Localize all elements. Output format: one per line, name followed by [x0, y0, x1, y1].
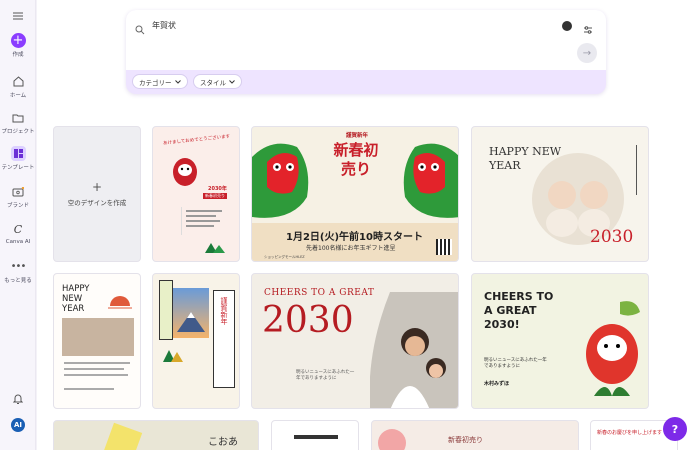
sidebar-item-label: ブランド — [6, 203, 29, 209]
blank-card-label: 空のデザインを作成 — [67, 199, 127, 207]
card-name: 木村みずほ — [484, 381, 510, 387]
mount-fuji-photo — [173, 288, 209, 338]
template-card-9[interactable] — [271, 420, 359, 450]
account-button[interactable]: AI — [0, 418, 36, 432]
filter-category[interactable]: カテゴリー — [132, 74, 188, 89]
sidebar-item-projects[interactable]: プロジェクト — [0, 110, 36, 135]
card-title: 2030! — [484, 318, 520, 331]
sidebar-item-brand[interactable]: ブランド — [0, 184, 36, 209]
sunrise-icon — [108, 296, 132, 309]
main-content: 年賀状 → カテゴリー スタイル + 空のデザインを作成 あけましておめでとうご… — [37, 0, 700, 450]
card-text: こおあ — [208, 437, 238, 448]
template-card-7[interactable]: CHEERS TO A GREAT 2030! 明るいニュースにあふれた一年であ… — [471, 273, 649, 409]
card-title: 新春初売り — [448, 436, 483, 444]
canva-ai-icon: C — [13, 223, 23, 236]
card-label: 謹賀新年 — [220, 297, 228, 325]
arrow-right-icon: → — [582, 47, 592, 59]
card-message: 明るいニュースにあふれた一年でありますように — [296, 370, 355, 381]
template-card-8[interactable]: こおあ — [53, 420, 259, 450]
card-badge: 謹賀新年 — [346, 133, 369, 139]
sliders-icon[interactable] — [583, 20, 595, 34]
sidebar-item-label: Canva AI — [5, 239, 31, 245]
family-photo — [62, 318, 134, 356]
sidebar-item-templates[interactable]: テンプレート — [0, 146, 36, 171]
card-headline: あけましておめでとうございます — [162, 134, 231, 147]
card-footer: ショッピングモールHLEZ — [264, 255, 305, 259]
mother-daughter-photo — [370, 292, 458, 408]
card-title: CHEERS TO — [484, 290, 554, 303]
search-icon — [135, 20, 147, 35]
template-card-4[interactable]: HAPPY NEW YEAR — [53, 273, 141, 409]
card-title: 新春初売り — [333, 141, 379, 178]
daruma-icon — [173, 158, 197, 186]
card-year: 2030 — [590, 227, 634, 247]
search-box[interactable]: 年賀状 → — [126, 10, 606, 70]
template-card-2[interactable]: 謹賀新年 新春初売り 1月2日(火)午前10時スタート 先着100名様にお年玉ギ… — [251, 126, 459, 262]
template-card-6[interactable]: CHEERS TO A GREAT 2030 明るいニュースにあふれた一年であり… — [251, 273, 459, 409]
sidebar-item-create[interactable]: + 作成 — [0, 33, 36, 58]
daruma-icon — [586, 301, 640, 396]
plus-icon: + — [91, 180, 103, 194]
card-title: A GREAT — [484, 304, 537, 317]
help-button[interactable]: ? — [663, 417, 687, 441]
qr-code — [436, 239, 452, 255]
sidebar: + 作成 ホーム プロジェクト テンプレート ブランド C Canva AI •… — [0, 0, 36, 450]
avatar: AI — [11, 418, 25, 432]
search-panel: 年賀状 → カテゴリー スタイル — [126, 10, 606, 94]
card-title: 新春のお慶びを申し上げます — [597, 430, 663, 436]
menu-button[interactable] — [0, 8, 36, 23]
magic-icon[interactable] — [562, 21, 572, 31]
card-main-text: 1月2日(火)午前10時スタート — [286, 232, 423, 243]
card-title: YEAR — [62, 304, 85, 314]
chevron-down-icon — [229, 79, 235, 84]
create-blank-card[interactable]: + 空のデザインを作成 — [53, 126, 141, 262]
template-card-10[interactable]: 新春初売り — [371, 420, 579, 450]
vertical-banner — [159, 280, 173, 340]
sidebar-item-label: プロジェクト — [1, 129, 35, 135]
briefcase-icon — [11, 184, 26, 199]
card-year: 2030年 — [208, 186, 227, 192]
card-sub-text: 先着100名様にお年玉ギフト進呈 — [306, 245, 396, 252]
card-title: NEW — [62, 294, 83, 304]
card-subtitle: 新春初売り — [203, 193, 227, 199]
hamburger-icon — [11, 8, 26, 23]
chevron-down-icon — [174, 79, 181, 84]
vertical-greeting: 謹賀新年 — [213, 290, 235, 388]
pine-icon — [205, 243, 225, 253]
sidebar-item-label: ホーム — [9, 93, 27, 99]
search-input[interactable]: 年賀状 — [152, 20, 176, 31]
card-message: 明るいニュースにあふれた一年でありますように — [484, 358, 547, 369]
card-title: CHEERS TO A GREAT — [264, 288, 375, 298]
bell-icon — [11, 391, 26, 406]
vertical-message — [632, 145, 642, 195]
search-submit-button[interactable]: → — [577, 43, 597, 63]
card-schedule — [181, 207, 225, 235]
template-card-1[interactable]: あけましておめでとうございます 2030年 新春初売り — [152, 126, 240, 262]
notifications-button[interactable] — [0, 391, 36, 406]
folder-icon — [11, 110, 26, 125]
sidebar-item-label: 作成 — [12, 52, 24, 58]
plus-icon: + — [10, 33, 26, 48]
more-dots-icon: ••• — [10, 261, 27, 272]
home-icon — [11, 74, 26, 89]
card-title: HAPPY — [62, 284, 90, 294]
pine-icon — [163, 350, 183, 362]
template-card-5[interactable]: 謹賀新年 — [152, 273, 240, 409]
sidebar-item-label: もっと見る — [4, 278, 32, 284]
card-year: 2030 — [262, 300, 354, 341]
card-title: YEAR — [489, 159, 521, 172]
sidebar-item-more[interactable]: ••• もっと見る — [0, 259, 36, 284]
sidebar-item-home[interactable]: ホーム — [0, 74, 36, 99]
sidebar-item-canva-ai[interactable]: C Canva AI — [0, 222, 36, 245]
template-card-3[interactable]: HAPPY NEW YEAR 2030 — [471, 126, 649, 262]
sidebar-item-label: テンプレート — [1, 165, 35, 171]
filter-style[interactable]: スタイル — [193, 74, 242, 89]
template-icon — [10, 146, 26, 161]
